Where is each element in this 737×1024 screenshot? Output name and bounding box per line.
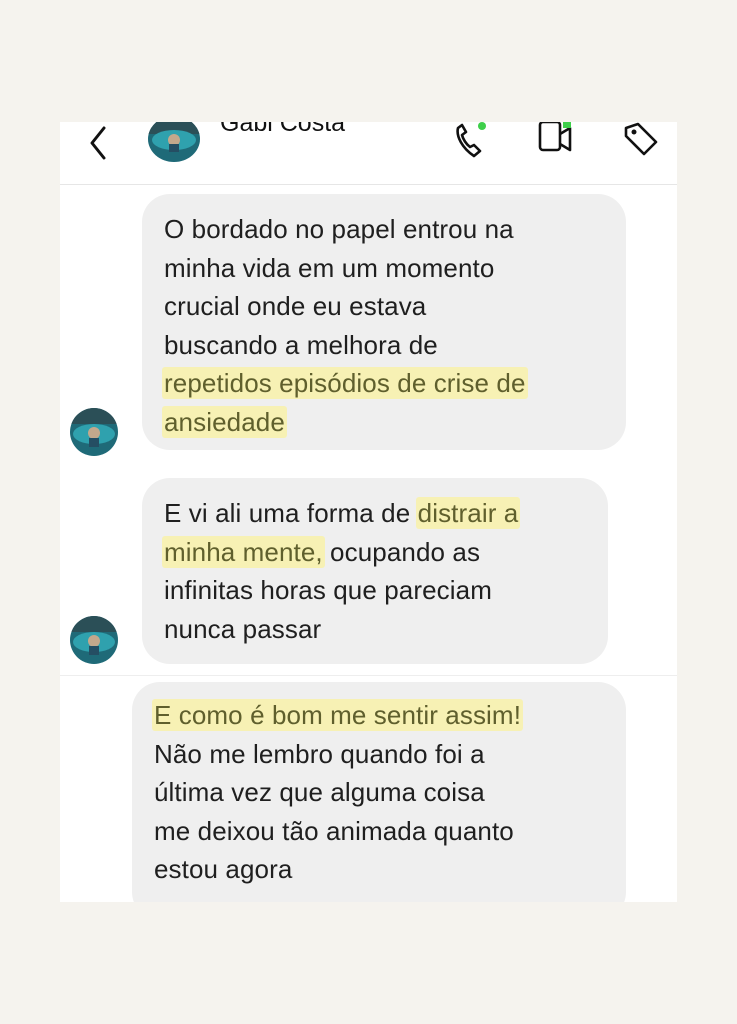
message-2-line-2-text: ocupando as	[322, 536, 481, 567]
phone-icon	[456, 122, 486, 158]
chevron-left-icon	[90, 126, 106, 160]
message-bubble-3[interactable]: E como é bom me sentir assim! Não me lem…	[132, 682, 626, 902]
message-2-line-1-highlight: distrair a	[415, 497, 521, 529]
chat-screen: Gabi Costa O bordado no papel entrou na …	[60, 122, 677, 902]
message-bubble-2[interactable]: E vi ali uma forma de distrair a minha m…	[142, 478, 608, 664]
message-2-line-3: infinitas horas que pareciam	[164, 575, 492, 605]
avatar-photo	[70, 616, 118, 664]
contact-name[interactable]: Gabi Costa	[220, 122, 345, 138]
tag-button[interactable]	[622, 122, 666, 160]
message-3-line-3: última vez que alguma coisa	[154, 777, 485, 807]
message-2-line-2-highlight: minha mente,	[162, 535, 325, 568]
message-3-line-5: estou agora	[154, 854, 293, 884]
chat-header: Gabi Costa	[60, 122, 677, 185]
message-3-line-2: Não me lembro quando foi a	[154, 738, 485, 769]
avatar-photo	[148, 122, 200, 162]
message-1-line-5-highlight: repetidos episódios de crise de	[162, 367, 528, 399]
message-2-line-1-text: E vi ali uma forma de	[164, 498, 418, 528]
message-1-line-6-highlight: ansiedade	[162, 405, 287, 438]
sender-avatar[interactable]	[70, 616, 118, 664]
message-1-line-1: O bordado no papel entrou na	[164, 214, 514, 244]
video-call-button[interactable]	[534, 122, 578, 160]
tag-icon	[624, 122, 658, 156]
avatar-photo	[70, 408, 118, 456]
video-icon	[538, 122, 572, 152]
message-3-line-4: me deixou tão animada quanto	[154, 815, 514, 846]
message-2-line-4: nunca passar	[164, 613, 322, 644]
message-1-line-2: minha vida em um momento	[164, 252, 495, 283]
contact-avatar[interactable]	[148, 122, 200, 162]
message-3-line-1-highlight: E como é bom me sentir assim!	[152, 699, 524, 731]
message-bubble-1[interactable]: O bordado no papel entrou na minha vida …	[142, 194, 626, 450]
voice-call-button[interactable]	[452, 122, 496, 160]
sender-avatar[interactable]	[70, 408, 118, 456]
message-1-line-4: buscando a melhora de	[164, 329, 438, 360]
divider	[60, 675, 677, 676]
back-button[interactable]	[84, 126, 114, 160]
message-1-line-3: crucial onde eu estava	[164, 291, 427, 321]
